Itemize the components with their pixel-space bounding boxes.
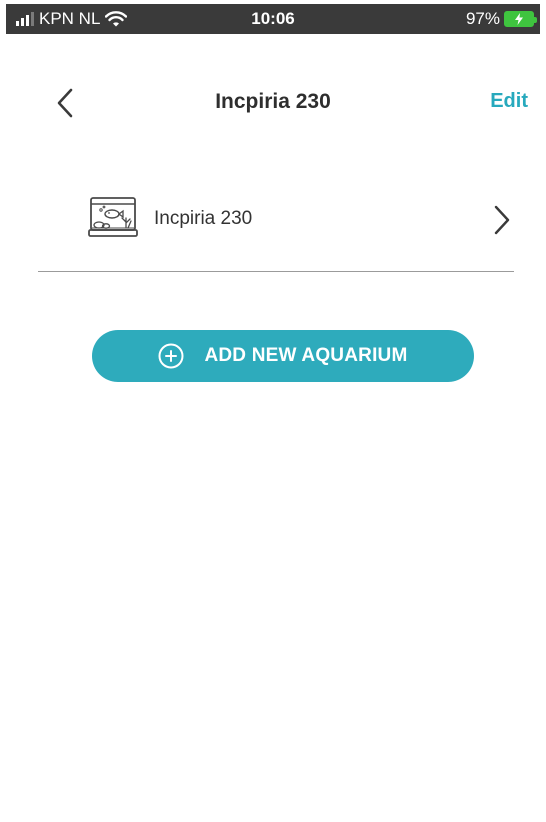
aquarium-tank-icon <box>88 197 138 237</box>
wifi-icon <box>105 11 128 27</box>
battery-charging-icon <box>504 11 537 27</box>
status-bar: KPN NL 10:06 97% <box>6 4 540 34</box>
chevron-right-icon <box>494 205 510 235</box>
signal-bars-icon <box>16 12 34 26</box>
carrier-label: KPN NL <box>39 9 101 28</box>
plus-circle-icon <box>158 343 184 369</box>
aquarium-name: Incpiria 230 <box>154 208 253 229</box>
aquarium-list-item[interactable]: Incpiria 230 <box>38 180 514 272</box>
battery-percent: 97% <box>465 9 500 28</box>
edit-button[interactable]: Edit <box>490 90 528 113</box>
status-time: 10:06 <box>251 9 295 28</box>
status-right: 97% <box>465 9 537 29</box>
status-left: KPN NL <box>16 9 128 29</box>
page-title: Incpiria 230 <box>215 90 331 113</box>
add-new-aquarium-button[interactable]: ADD NEW AQUARIUM <box>92 330 474 382</box>
add-new-aquarium-label: ADD NEW AQUARIUM <box>204 345 408 366</box>
